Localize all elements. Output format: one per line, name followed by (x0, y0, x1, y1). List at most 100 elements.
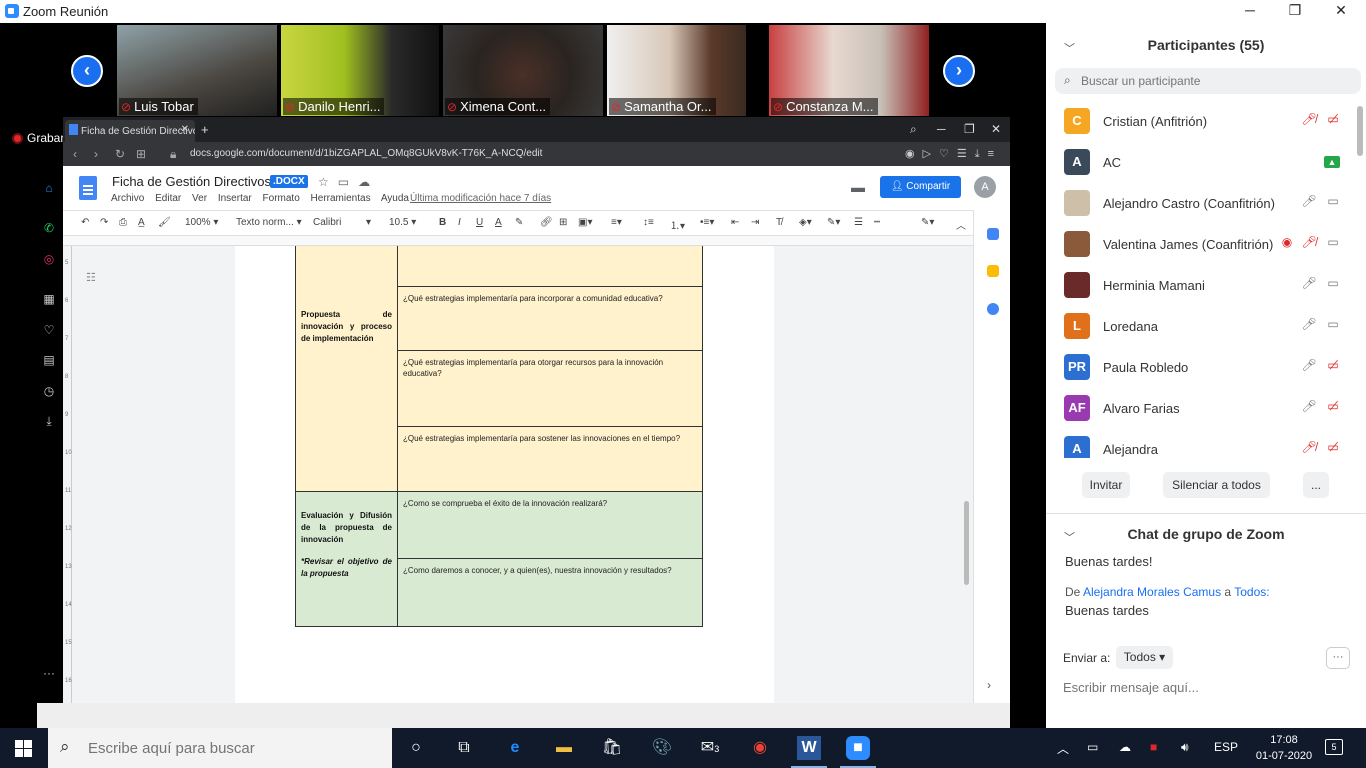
zoom-select[interactable]: 100% ▾ (185, 217, 218, 228)
comments-icon[interactable]: ▬ (851, 179, 865, 195)
share-button[interactable]: 👤︎ Compartir (880, 176, 961, 198)
border-width-icon[interactable]: ☰ (854, 217, 863, 228)
horizontal-ruler[interactable] (63, 236, 973, 246)
decrease-indent-icon[interactable]: ⇤ (731, 217, 739, 228)
tabs-grid-icon[interactable]: ⊞ (136, 147, 146, 161)
title-actions[interactable]: ☆▭☁ (318, 175, 379, 189)
home-icon[interactable]: ⌂ (41, 180, 57, 196)
document-page[interactable]: Propuesta de innovación y proceso de imp… (235, 246, 774, 703)
last-modified-link[interactable]: Última modificación hace 7 días (410, 193, 551, 204)
clock[interactable]: 17:08 01-07-2020 (1254, 732, 1314, 764)
heart-icon[interactable]: ♡ (41, 322, 57, 338)
comment-add-icon[interactable]: ⊞ (559, 217, 567, 228)
menu-formato[interactable]: Formato (263, 193, 300, 204)
fill-color-icon[interactable]: ◈▾ (799, 217, 812, 228)
doc-scrollbar[interactable] (964, 501, 969, 585)
underline-icon[interactable]: U (476, 217, 483, 228)
send-to-select[interactable]: Todos ▾ (1116, 646, 1173, 669)
bullet-list-icon[interactable]: •≡▾ (700, 217, 714, 228)
chat-recipient[interactable]: Todos: (1234, 585, 1269, 599)
menu-ayuda[interactable]: Ayuda (381, 193, 409, 204)
news-icon[interactable]: ▤ (41, 352, 57, 368)
document-title[interactable]: Ficha de Gestión Directivos (112, 174, 271, 189)
keep-icon[interactable] (987, 265, 999, 277)
language-indicator[interactable]: ESP (1214, 740, 1238, 754)
word-icon[interactable]: W (791, 736, 827, 768)
table-cell-question[interactable]: ¿Qué estrategias implementaría para otor… (397, 350, 703, 427)
task-view-icon[interactable]: ⧉ (452, 736, 476, 760)
participant-row[interactable]: L Loredana 🎤︎ ▭ (1046, 305, 1356, 346)
tab-close-icon[interactable]: ✕ (181, 124, 189, 135)
browser-search-icon[interactable]: ⌕ (910, 122, 917, 137)
back-icon[interactable]: ‹ (73, 147, 77, 161)
border-dash-icon[interactable]: ┅ (874, 217, 880, 228)
cortana-icon[interactable]: ○ (404, 736, 428, 760)
border-color-icon[interactable]: ✎▾ (827, 217, 840, 228)
table-cell-question[interactable]: ¿Qué estrategias implementaría para inco… (397, 286, 703, 351)
font-select[interactable]: Calibri (313, 217, 341, 228)
taskbar-search-input[interactable] (88, 738, 378, 758)
taskbar-search[interactable]: ⌕ (48, 728, 392, 768)
chat-message-input[interactable] (1063, 677, 1353, 697)
increase-indent-icon[interactable]: ⇥ (751, 217, 759, 228)
docs-logo-icon[interactable] (79, 176, 97, 200)
style-select[interactable]: Texto norm... ▾ (236, 217, 302, 228)
onedrive-icon[interactable]: ☁ (1119, 740, 1131, 754)
menu-insertar[interactable]: Insertar (218, 193, 252, 204)
chrome-icon[interactable]: ◉ (748, 736, 772, 760)
menu-herramientas[interactable]: Herramientas (311, 193, 371, 204)
participant-row[interactable]: Herminia Mamani 🎤︎ ▭ (1046, 264, 1356, 305)
notification-center-icon[interactable]: 5 (1325, 739, 1343, 755)
table-cell-empty[interactable] (397, 246, 703, 287)
paint-format-icon[interactable]: 🖌︎ (158, 217, 171, 228)
apps-grid-icon[interactable]: ▦ (41, 291, 57, 307)
file-explorer-icon[interactable]: ▬ (552, 736, 576, 760)
document-outline-icon[interactable]: ☷ (86, 271, 98, 284)
participant-row[interactable]: AF Alvaro Farias 🎤︎ ▭̸ (1046, 387, 1356, 428)
participant-row[interactable]: A Alejandra 🎤︎̸ ▭̸ (1046, 428, 1356, 458)
history-icon[interactable]: ◷ (41, 383, 57, 399)
video-tile[interactable]: ⊘ Luis Tobar (117, 25, 277, 116)
table-cell-section1[interactable]: Propuesta de innovación y proceso de imp… (295, 246, 398, 492)
download-icon[interactable]: ⤓ (41, 413, 57, 429)
table-cell-section2[interactable]: Evaluación y Difusión de la propuesta de… (295, 491, 398, 627)
mail-icon[interactable]: ✉3 (698, 736, 722, 760)
video-tile[interactable]: ⊘ Samantha Or... (607, 25, 746, 116)
participant-row[interactable]: C Cristian (Anfitrión) 🎤︎̸ ▭̸ (1046, 100, 1356, 141)
paint-icon[interactable]: 🎨︎ (650, 736, 674, 760)
store-icon[interactable]: 🛍︎ (600, 736, 624, 760)
participant-scrollbar[interactable] (1357, 106, 1363, 156)
bold-icon[interactable]: B (439, 217, 446, 228)
new-tab-icon[interactable]: + (201, 122, 209, 137)
chat-more-button[interactable]: ··· (1326, 647, 1350, 669)
font-chevron-icon[interactable]: ▾ (366, 217, 371, 228)
calendar-icon[interactable] (987, 228, 999, 240)
prev-page-button[interactable]: ‹ (71, 55, 103, 87)
address-bar-actions[interactable]: ◉▷♡☰⤓≡ (905, 147, 1002, 161)
windows-start-icon[interactable] (15, 740, 32, 757)
participant-search-input[interactable] (1081, 72, 1351, 90)
volume-icon[interactable]: 🔊︎ (1181, 740, 1189, 755)
video-tile[interactable]: ⊘ Ximena Cont... (443, 25, 603, 116)
browser-tab[interactable]: Ficha de Gestión Directivos ✕ (65, 120, 195, 142)
participant-row[interactable]: PR Paula Robledo 🎤︎ ▭̸ (1046, 346, 1356, 387)
menu-archivo[interactable]: Archivo (111, 193, 144, 204)
highlight-icon[interactable]: ✎ (515, 217, 523, 228)
restore-icon[interactable]: ❐ (1285, 2, 1305, 19)
table-cell-question[interactable]: ¿Qué estrategias implementaría para sost… (397, 426, 703, 492)
participant-row[interactable]: Alejandro Castro (Coanfitrión) 🎤︎ ▭ (1046, 182, 1356, 223)
undo-icon[interactable]: ↶ (81, 217, 89, 228)
spellcheck-icon[interactable]: A̲ (138, 217, 145, 228)
participant-row[interactable]: Valentina James (Coanfitrión) ◉ 🎤︎̸ ▭ (1046, 223, 1356, 264)
link-icon[interactable]: 🔗︎ (540, 217, 553, 228)
url-text[interactable]: docs.google.com/document/d/1biZGAPLAL_OM… (190, 148, 542, 159)
italic-icon[interactable]: I (458, 217, 461, 228)
expand-panel-icon[interactable]: › (987, 678, 991, 692)
video-tile[interactable]: ⊘ Constanza M... (769, 25, 929, 116)
tasks-icon[interactable] (987, 303, 999, 315)
image-icon[interactable]: ▣▾ (578, 217, 592, 228)
line-spacing-icon[interactable]: ↕≡ (643, 217, 654, 228)
text-color-icon[interactable]: A (495, 217, 502, 228)
chat-sender[interactable]: Alejandra Morales Camus (1083, 585, 1221, 599)
forward-icon[interactable]: › (94, 147, 98, 161)
